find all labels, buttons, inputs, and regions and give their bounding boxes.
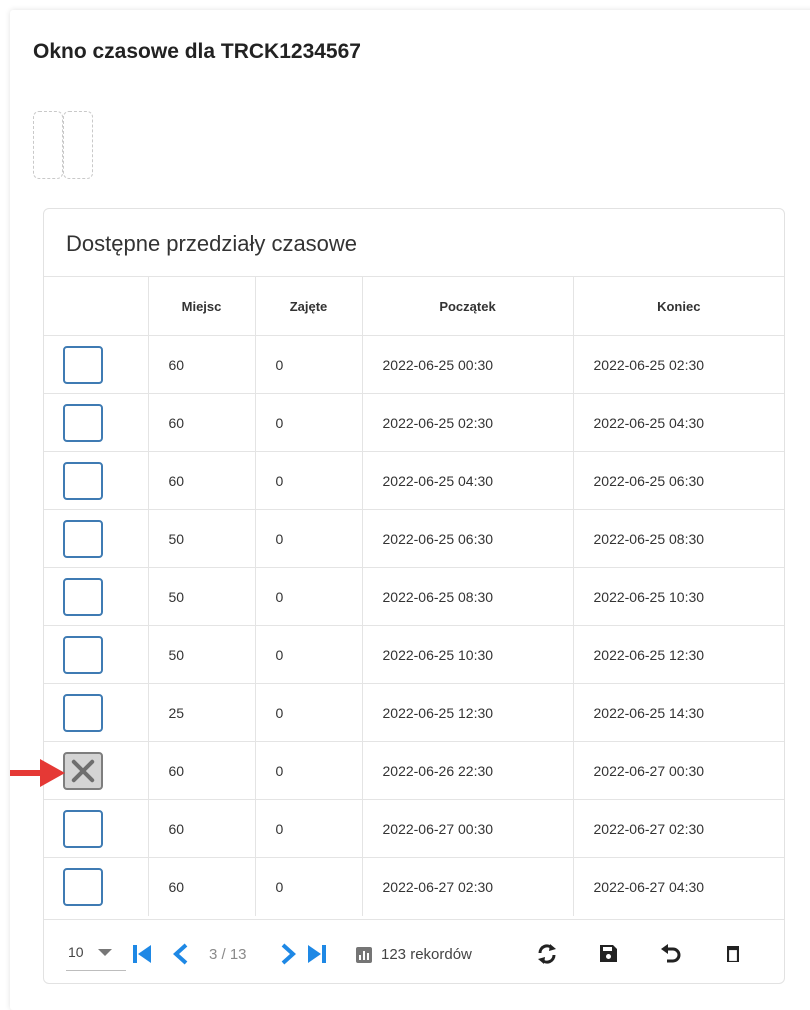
cell-koniec: 2022-06-25 04:30	[572, 393, 784, 452]
red-arrow-annotation	[10, 759, 65, 787]
table-header-row: Miejsc Zajęte Początek Koniec	[44, 276, 784, 336]
delete-icon[interactable]	[727, 946, 739, 962]
select-cell	[44, 625, 148, 684]
page-size-select[interactable]: 10	[66, 940, 126, 971]
row-checkbox[interactable]	[63, 519, 103, 558]
row-checkbox[interactable]	[63, 867, 103, 906]
cell-zajete: 0	[254, 509, 362, 568]
refresh-icon[interactable]	[536, 943, 558, 965]
select-cell	[44, 451, 148, 510]
first-page-icon[interactable]	[131, 943, 153, 965]
cell-koniec: 2022-06-25 10:30	[572, 567, 784, 626]
cell-koniec: 2022-06-27 02:30	[572, 799, 784, 858]
last-page-icon[interactable]	[306, 943, 328, 965]
cell-koniec: 2022-06-25 06:30	[572, 451, 784, 510]
table-row[interactable]: 50 0 2022-06-25 10:30 2022-06-25 12:30	[44, 625, 784, 684]
table-row[interactable]: 60 0 2022-06-25 00:30 2022-06-25 02:30	[44, 335, 784, 394]
row-checkbox[interactable]	[63, 403, 103, 442]
row-checkbox[interactable]	[63, 635, 103, 674]
select-cell	[44, 857, 148, 916]
next-page-icon[interactable]	[278, 943, 298, 965]
table-row[interactable]: 60 0 2022-06-27 02:30 2022-06-27 04:30	[44, 857, 784, 916]
table-row[interactable]: 25 0 2022-06-25 12:30 2022-06-25 14:30	[44, 683, 784, 742]
table-row[interactable]: 60 0 2022-06-27 00:30 2022-06-27 02:30	[44, 799, 784, 858]
column-header-miejsc[interactable]: Miejsc	[147, 276, 255, 336]
page-title: Okno czasowe dla TRCK1234567	[33, 40, 361, 63]
select-cell	[44, 683, 148, 742]
cell-miejsc: 60	[147, 857, 255, 916]
row-checkbox[interactable]	[63, 461, 103, 500]
cell-zajete: 0	[254, 335, 362, 394]
cell-zajete: 0	[254, 567, 362, 626]
cell-koniec: 2022-06-27 04:30	[572, 857, 784, 916]
cell-koniec: 2022-06-25 14:30	[572, 683, 784, 742]
cell-poczatek: 2022-06-25 06:30	[361, 509, 573, 568]
row-checkbox[interactable]	[63, 693, 103, 732]
cell-poczatek: 2022-06-25 00:30	[361, 335, 573, 394]
table-row[interactable]: 60 0 2022-06-25 04:30 2022-06-25 06:30	[44, 451, 784, 510]
table-row[interactable]: 60 0 2022-06-25 02:30 2022-06-25 04:30	[44, 393, 784, 452]
cell-koniec: 2022-06-25 08:30	[572, 509, 784, 568]
placeholder-slot	[63, 111, 93, 179]
page-info: 3 / 13	[209, 946, 247, 963]
cell-miejsc: 60	[147, 451, 255, 510]
cell-poczatek: 2022-06-25 10:30	[361, 625, 573, 684]
cell-zajete: 0	[254, 393, 362, 452]
cell-miejsc: 50	[147, 509, 255, 568]
cell-zajete: 0	[254, 683, 362, 742]
cell-koniec: 2022-06-27 00:30	[572, 741, 784, 800]
empty-drop-placeholder	[33, 111, 93, 179]
table-row[interactable]: 50 0 2022-06-25 06:30 2022-06-25 08:30	[44, 509, 784, 568]
row-checkbox[interactable]	[63, 345, 103, 384]
select-cell	[44, 567, 148, 626]
select-cell	[44, 335, 148, 394]
cell-miejsc: 25	[147, 683, 255, 742]
select-cell	[44, 393, 148, 452]
cell-zajete: 0	[254, 451, 362, 510]
column-header-poczatek[interactable]: Początek	[361, 276, 573, 336]
grid-pager: 10 3 / 13 123 rekordów	[44, 919, 784, 984]
placeholder-slot	[33, 111, 63, 179]
timeslots-table: Miejsc Zajęte Początek Koniec 60 0 2022-06…	[44, 276, 784, 916]
save-icon[interactable]	[600, 945, 617, 962]
prev-page-icon[interactable]	[171, 943, 191, 965]
select-cell	[44, 509, 148, 568]
cell-miejsc: 50	[147, 625, 255, 684]
cell-zajete: 0	[254, 799, 362, 858]
grid-title: Dostępne przedziały czasowe	[66, 231, 358, 256]
cell-poczatek: 2022-06-25 08:30	[361, 567, 573, 626]
table-row[interactable]: 60 0 2022-06-26 22:30 2022-06-27 00:30	[44, 741, 784, 800]
cell-poczatek: 2022-06-25 02:30	[361, 393, 573, 452]
column-header-zajete[interactable]: Zajęte	[254, 276, 362, 336]
select-cell	[44, 799, 148, 858]
cell-zajete: 0	[254, 741, 362, 800]
cell-zajete: 0	[254, 857, 362, 916]
cell-miejsc: 60	[147, 393, 255, 452]
cell-poczatek: 2022-06-25 12:30	[361, 683, 573, 742]
cell-poczatek: 2022-06-26 22:30	[361, 741, 573, 800]
records-chart-icon	[356, 947, 372, 963]
cell-poczatek: 2022-06-27 00:30	[361, 799, 573, 858]
undo-icon[interactable]	[660, 943, 682, 965]
records-count: 123 rekordów	[381, 946, 472, 963]
cell-miejsc: 50	[147, 567, 255, 626]
row-checkbox[interactable]	[63, 577, 103, 616]
cell-poczatek: 2022-06-27 02:30	[361, 857, 573, 916]
cell-miejsc: 60	[147, 799, 255, 858]
row-checkbox[interactable]	[63, 809, 103, 848]
column-header-select	[44, 276, 148, 336]
page-size-value: 10	[68, 944, 84, 960]
cell-poczatek: 2022-06-25 04:30	[361, 451, 573, 510]
column-header-koniec[interactable]: Koniec	[572, 276, 784, 336]
cell-koniec: 2022-06-25 02:30	[572, 335, 784, 394]
timeslots-grid-card: Dostępne przedziały czasowe Miejsc Zajęt…	[43, 208, 785, 984]
cell-miejsc: 60	[147, 335, 255, 394]
chevron-down-icon	[98, 949, 112, 956]
table-row[interactable]: 50 0 2022-06-25 08:30 2022-06-25 10:30	[44, 567, 784, 626]
cell-zajete: 0	[254, 625, 362, 684]
cell-miejsc: 60	[147, 741, 255, 800]
cell-koniec: 2022-06-25 12:30	[572, 625, 784, 684]
